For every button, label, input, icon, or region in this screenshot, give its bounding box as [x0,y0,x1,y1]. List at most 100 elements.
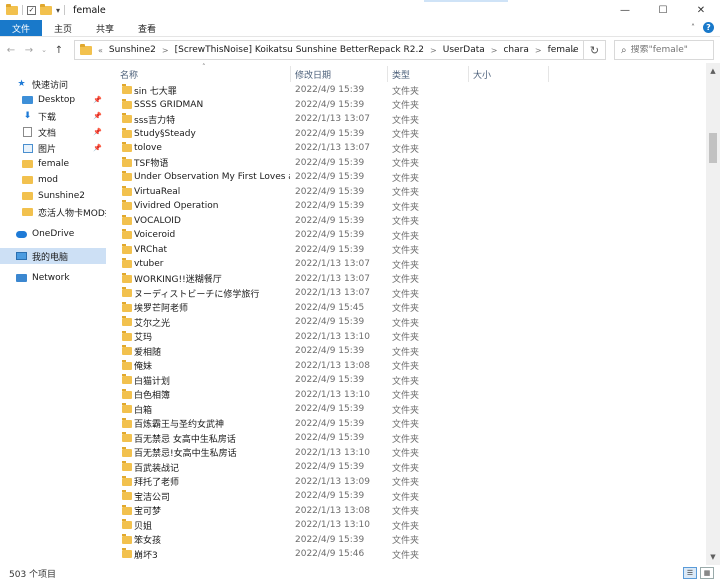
details-view-icon[interactable]: ☰ [683,567,697,579]
table-row[interactable]: 埃罗芒阿老师 2022/4/9 15:45 文件夹 [106,301,706,316]
column-header-size[interactable]: 大小 [473,68,491,81]
nav-item-female[interactable]: female [0,156,106,172]
table-row[interactable]: SSSS GRIDMAN 2022/4/9 15:39 文件夹 [106,98,706,113]
scroll-up-icon[interactable]: ▲ [706,65,720,77]
folder-icon [122,156,132,167]
table-row[interactable]: 崩坏3 2022/4/9 15:46 文件夹 [106,547,706,562]
download-icon: ⬇ [23,111,32,121]
nav-item-documents[interactable]: 文档 📌 [0,124,106,140]
tab-file[interactable]: 文件 [0,20,43,36]
table-row[interactable]: Study§Steady 2022/4/9 15:39 文件夹 [106,127,706,142]
column-header-name[interactable]: 名称 [120,68,138,81]
table-row[interactable]: tolove 2022/1/13 13:07 文件夹 [106,141,706,156]
tab-home[interactable]: 主页 [42,20,84,36]
table-row[interactable]: Under Observation My First Loves an... 20… [106,170,706,185]
up-button[interactable]: ↑ [52,45,66,56]
address-dropdown-icon[interactable]: ⌄ [570,45,577,54]
nav-this-pc[interactable]: 我的电脑 [0,248,106,264]
recent-locations-icon[interactable]: ⌄ [40,46,48,54]
cloud-icon [16,229,27,239]
expand-ribbon-icon[interactable]: ˄ [691,23,695,32]
scroll-thumb[interactable] [709,133,717,163]
column-header-type[interactable]: 类型 [392,68,410,81]
folder-icon [122,113,132,123]
folder-icon [122,185,132,196]
table-row[interactable]: VirtuaReal 2022/4/9 15:39 文件夹 [106,185,706,200]
tab-share[interactable]: 共享 [84,20,126,36]
table-row[interactable]: 爱相随 2022/4/9 15:39 文件夹 [106,344,706,359]
nav-onedrive[interactable]: OneDrive [0,226,106,242]
table-row[interactable]: sss吉力特 2022/1/13 13:07 文件夹 [106,112,706,127]
new-folder-icon[interactable] [40,3,52,15]
folder-icon [122,142,132,152]
file-date: 2022/4/9 15:39 [295,99,365,110]
chevron-right-icon[interactable]: > [535,46,542,55]
vertical-scrollbar[interactable]: ▲ ▼ [706,63,720,565]
table-row[interactable]: 百炼霸王与圣约女武神 2022/4/9 15:39 文件夹 [106,417,706,432]
customize-toolbar-icon[interactable]: ▾ [56,6,60,15]
minimize-button[interactable]: — [606,0,644,20]
nav-item-mod-cards[interactable]: 恋活人物卡MOD插 [0,204,106,220]
breadcrumb-sunshine2[interactable]: Sunshine2 [109,45,156,55]
refresh-icon[interactable]: ↻ [583,41,605,59]
chevron-right-icon[interactable]: > [430,46,437,55]
search-box[interactable]: ⌕ [614,40,714,60]
address-bar[interactable]: « Sunshine2 > [ScrewThisNoise] Koikatsu … [74,40,606,60]
nav-item-mod[interactable]: mod [0,172,106,188]
table-row[interactable]: Voiceroid 2022/4/9 15:39 文件夹 [106,228,706,243]
nav-item-downloads[interactable]: ⬇ 下载 📌 [0,108,106,124]
table-row[interactable]: vtuber 2022/1/13 13:07 文件夹 [106,257,706,272]
large-icons-view-icon[interactable]: ▦ [700,567,714,579]
nav-item-pictures[interactable]: 图片 📌 [0,140,106,156]
help-icon[interactable]: ? [703,22,714,33]
table-row[interactable]: 拜托了老师 2022/1/13 13:09 文件夹 [106,475,706,490]
scroll-down-icon[interactable]: ▼ [706,551,720,563]
table-row[interactable]: ヌーディストビーチに修学旅行 2022/1/13 13:07 文件夹 [106,286,706,301]
forward-button[interactable]: → [22,45,36,56]
column-divider[interactable] [290,66,291,82]
column-divider[interactable] [468,66,469,82]
table-row[interactable]: Vividred Operation 2022/4/9 15:39 文件夹 [106,199,706,214]
table-row[interactable]: 笨女孩 2022/4/9 15:39 文件夹 [106,533,706,548]
nav-item-sunshine2[interactable]: Sunshine2 [0,188,106,204]
table-row[interactable]: 艾尔之光 2022/4/9 15:39 文件夹 [106,315,706,330]
column-header-date[interactable]: 修改日期 [295,68,331,81]
maximize-button[interactable]: ☐ [644,0,682,20]
table-row[interactable]: 俺妹 2022/1/13 13:08 文件夹 [106,359,706,374]
table-row[interactable]: VOCALOID 2022/4/9 15:39 文件夹 [106,214,706,229]
table-row[interactable]: VRChat 2022/4/9 15:39 文件夹 [106,243,706,258]
table-row[interactable]: sin 七大罪 2022/4/9 15:39 文件夹 [106,83,706,98]
table-row[interactable]: 宝洁公司 2022/4/9 15:39 文件夹 [106,489,706,504]
breadcrumb-overflow-icon[interactable]: « [98,46,103,55]
file-name: 百武装战记 [134,463,180,474]
close-button[interactable]: ✕ [682,0,720,20]
table-row[interactable]: WORKING!!迷糊餐厅 2022/1/13 13:07 文件夹 [106,272,706,287]
breadcrumb-userdata[interactable]: UserData [443,45,485,55]
table-row[interactable]: 白色相簿 2022/1/13 13:10 文件夹 [106,388,706,403]
table-row[interactable]: 宝可梦 2022/1/13 13:08 文件夹 [106,504,706,519]
nav-quick-access[interactable]: ★ 快速访问 [0,76,106,92]
table-row[interactable]: 百武装战记 2022/4/9 15:39 文件夹 [106,460,706,475]
back-button[interactable]: ← [4,45,18,56]
nav-item-desktop[interactable]: Desktop 📌 [0,92,106,108]
search-input[interactable] [630,45,707,55]
chevron-right-icon[interactable]: > [162,46,169,55]
chevron-right-icon[interactable]: > [491,46,498,55]
column-divider[interactable] [548,66,549,82]
table-row[interactable]: 百无禁忌!女高中生私房话 2022/1/13 13:10 文件夹 [106,446,706,461]
table-row[interactable]: 白箱 2022/4/9 15:39 文件夹 [106,402,706,417]
file-name: 埃罗芒阿老师 [134,304,189,315]
file-name: Vividred Operation [134,201,219,212]
table-row[interactable]: 白猫计划 2022/4/9 15:39 文件夹 [106,373,706,388]
table-row[interactable]: 贝姐 2022/1/13 13:10 文件夹 [106,518,706,533]
table-row[interactable]: 百无禁忌 女高中生私房话 2022/4/9 15:39 文件夹 [106,431,706,446]
table-row[interactable]: 艾玛 2022/1/13 13:10 文件夹 [106,330,706,345]
file-date: 2022/4/9 15:39 [295,230,365,241]
table-row[interactable]: TSF物语 2022/4/9 15:39 文件夹 [106,156,706,171]
nav-network[interactable]: Network [0,270,106,286]
tab-view[interactable]: 查看 [126,20,168,36]
column-divider[interactable] [387,66,388,82]
breadcrumb-repack[interactable]: [ScrewThisNoise] Koikatsu Sunshine Bette… [175,45,424,55]
breadcrumb-chara[interactable]: chara [503,45,528,55]
properties-icon[interactable]: ✓ [27,5,36,15]
